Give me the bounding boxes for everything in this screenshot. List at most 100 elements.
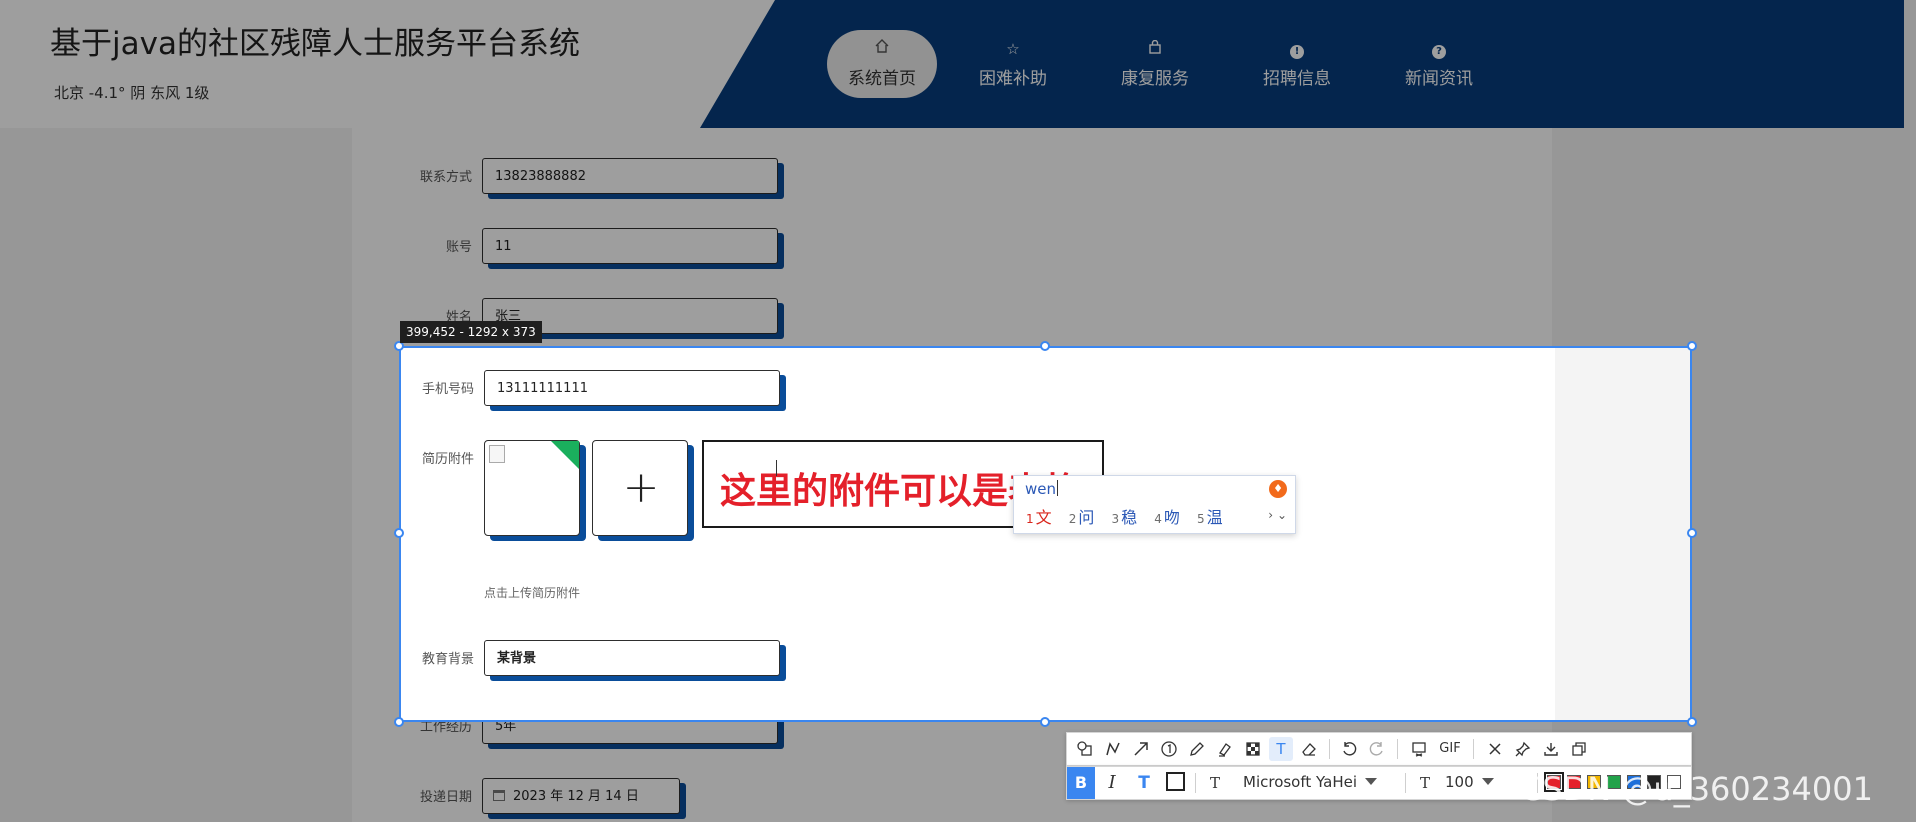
account-input[interactable]: 11 bbox=[482, 228, 778, 264]
gif-record-button[interactable]: GIF bbox=[1435, 737, 1465, 761]
resize-handle-ne[interactable] bbox=[1687, 341, 1697, 351]
ime-candidate-window[interactable]: wen ♦ 1文 2问 3稳 4吻 5温 › ⌄ bbox=[1013, 475, 1296, 534]
shape-tool-icon[interactable] bbox=[1073, 737, 1097, 761]
text-background-button[interactable]: T bbox=[1131, 771, 1157, 795]
fill-toggle-button[interactable] bbox=[1163, 771, 1187, 795]
mobile-input[interactable]: 13111111111 bbox=[484, 370, 780, 406]
toolbar-divider bbox=[1195, 773, 1196, 793]
csdn-watermark: CSDN @u_360234001 bbox=[1520, 770, 1873, 808]
highlighter-tool-icon[interactable] bbox=[1213, 737, 1237, 761]
toolbar-divider bbox=[1329, 739, 1330, 759]
mobile-label: 手机号码 bbox=[421, 382, 474, 397]
ime-expand-icon[interactable]: ⌄ bbox=[1277, 508, 1287, 522]
resize-handle-sw[interactable] bbox=[394, 717, 404, 727]
ime-candidate-4[interactable]: 4吻 bbox=[1154, 504, 1180, 528]
form-row-account: 账号 11 bbox=[400, 228, 800, 272]
font-size-value: 100 bbox=[1445, 773, 1474, 791]
home-icon bbox=[827, 38, 937, 60]
long-screenshot-icon[interactable] bbox=[1407, 737, 1431, 761]
download-icon[interactable] bbox=[1539, 737, 1563, 761]
font-size-select[interactable]: 100 bbox=[1445, 773, 1494, 791]
ime-candidate-num: 1 bbox=[1026, 512, 1034, 526]
copy-icon[interactable] bbox=[1567, 737, 1591, 761]
date-input[interactable]: 2023 年 12 月 14 日 bbox=[482, 778, 680, 814]
education-label: 教育背景 bbox=[421, 652, 474, 667]
star-icon: ☆ bbox=[1006, 40, 1020, 58]
chevron-down-icon bbox=[1481, 778, 1494, 785]
selection-content: 手机号码 13111111111 简历附件 + 这里的附件可以是表格 点击上传简… bbox=[401, 348, 1690, 720]
account-label: 账号 bbox=[445, 240, 472, 255]
font-family-select[interactable]: Microsoft YaHei bbox=[1243, 773, 1377, 791]
pen-tool-icon[interactable] bbox=[1185, 737, 1209, 761]
form-row-education: 教育背景 某背景 bbox=[402, 640, 802, 684]
resume-label: 简历附件 bbox=[421, 452, 474, 467]
site-title: 基于java的社区残障人士服务平台系统 bbox=[50, 26, 580, 62]
selection-dimensions-label: 399,452 - 1292 x 373 bbox=[400, 321, 542, 343]
square-icon bbox=[1165, 772, 1185, 791]
nav-hardship-aid[interactable]: ☆ 困难补助 bbox=[958, 30, 1068, 98]
screenshot-selection-area[interactable]: 手机号码 13111111111 简历附件 + 这里的附件可以是表格 点击上传简… bbox=[399, 346, 1692, 722]
resize-handle-n[interactable] bbox=[1040, 341, 1050, 351]
resume-upload-button[interactable]: + bbox=[592, 440, 688, 536]
font-icon: T bbox=[1209, 774, 1220, 792]
ime-candidate-2[interactable]: 2问 bbox=[1069, 504, 1095, 528]
mosaic-tool-icon[interactable] bbox=[1241, 737, 1265, 761]
ime-candidate-num: 4 bbox=[1154, 512, 1162, 526]
contact-input[interactable]: 13823888882 bbox=[482, 158, 778, 194]
eraser-tool-icon[interactable] bbox=[1297, 737, 1321, 761]
font-family-value: Microsoft YaHei bbox=[1243, 773, 1357, 791]
close-icon[interactable] bbox=[1483, 737, 1507, 761]
bold-button[interactable]: B bbox=[1067, 767, 1095, 799]
info-circle-icon: ! bbox=[1242, 38, 1352, 60]
text-cursor-icon bbox=[776, 460, 779, 476]
site-header: 基于java的社区残障人士服务平台系统 北京 -4.1° 阴 东风 1级 系统首… bbox=[0, 0, 1904, 128]
education-input[interactable]: 某背景 bbox=[484, 640, 780, 676]
nav-rehab-service-label: 康复服务 bbox=[1121, 69, 1189, 89]
file-badge-icon bbox=[551, 441, 579, 469]
undo-icon[interactable] bbox=[1337, 737, 1361, 761]
italic-button[interactable]: I bbox=[1099, 771, 1125, 795]
ime-candidate-num: 3 bbox=[1111, 512, 1120, 526]
date-value: 2023 年 12 月 14 日 bbox=[513, 789, 639, 804]
plus-icon: + bbox=[622, 462, 660, 513]
resume-upload-hint: 点击上传简历附件 bbox=[484, 586, 581, 600]
ime-page-arrows[interactable]: › ⌄ bbox=[1268, 508, 1287, 522]
nav-recruitment-label: 招聘信息 bbox=[1263, 69, 1331, 89]
nav-news[interactable]: ? 新闻资讯 bbox=[1384, 30, 1494, 98]
resize-handle-e[interactable] bbox=[1687, 528, 1697, 538]
arrow-tool-icon[interactable] bbox=[1129, 737, 1153, 761]
pin-icon[interactable] bbox=[1511, 737, 1535, 761]
form-row-date: 投递日期 2023 年 12 月 14 日 bbox=[400, 778, 800, 822]
calendar-icon bbox=[493, 790, 505, 801]
ime-pinyin: wen bbox=[1025, 480, 1057, 498]
ime-candidate-text: 文 bbox=[1035, 508, 1052, 527]
polyline-tool-icon[interactable] bbox=[1101, 737, 1125, 761]
question-circle-icon: ? bbox=[1384, 38, 1494, 60]
toolbar-divider bbox=[1397, 739, 1398, 759]
ime-candidate-num: 5 bbox=[1197, 512, 1205, 526]
nav-recruitment[interactable]: ! 招聘信息 bbox=[1242, 30, 1352, 98]
form-row-mobile: 手机号码 13111111111 bbox=[402, 370, 802, 414]
resize-handle-se[interactable] bbox=[1687, 717, 1697, 727]
ime-next-icon[interactable]: › bbox=[1268, 508, 1273, 522]
resize-handle-s[interactable] bbox=[1040, 717, 1050, 727]
ime-candidate-5[interactable]: 5温 bbox=[1197, 504, 1223, 528]
nav-news-label: 新闻资讯 bbox=[1405, 69, 1473, 89]
number-marker-icon[interactable] bbox=[1157, 737, 1181, 761]
nav-home[interactable]: 系统首页 bbox=[827, 30, 937, 98]
font-size-icon: T bbox=[1419, 774, 1430, 792]
text-tool-icon[interactable]: T bbox=[1269, 737, 1293, 761]
form-row-contact: 联系方式 13823888882 bbox=[400, 158, 800, 202]
nav-rehab-service[interactable]: 康复服务 bbox=[1100, 30, 1210, 98]
ime-candidate-1[interactable]: 1文 bbox=[1026, 504, 1052, 528]
resume-file-thumbnail[interactable] bbox=[484, 440, 580, 536]
nav-home-label: 系统首页 bbox=[848, 69, 916, 89]
ime-logo-icon: ♦ bbox=[1269, 480, 1287, 498]
resize-handle-w[interactable] bbox=[394, 528, 404, 538]
ime-candidate-3[interactable]: 3稳 bbox=[1112, 504, 1138, 528]
chevron-down-icon bbox=[1365, 778, 1377, 785]
contact-label: 联系方式 bbox=[419, 170, 472, 185]
ime-composition: wen bbox=[1025, 480, 1059, 498]
bag-icon bbox=[1100, 38, 1210, 60]
redo-icon[interactable] bbox=[1365, 737, 1389, 761]
